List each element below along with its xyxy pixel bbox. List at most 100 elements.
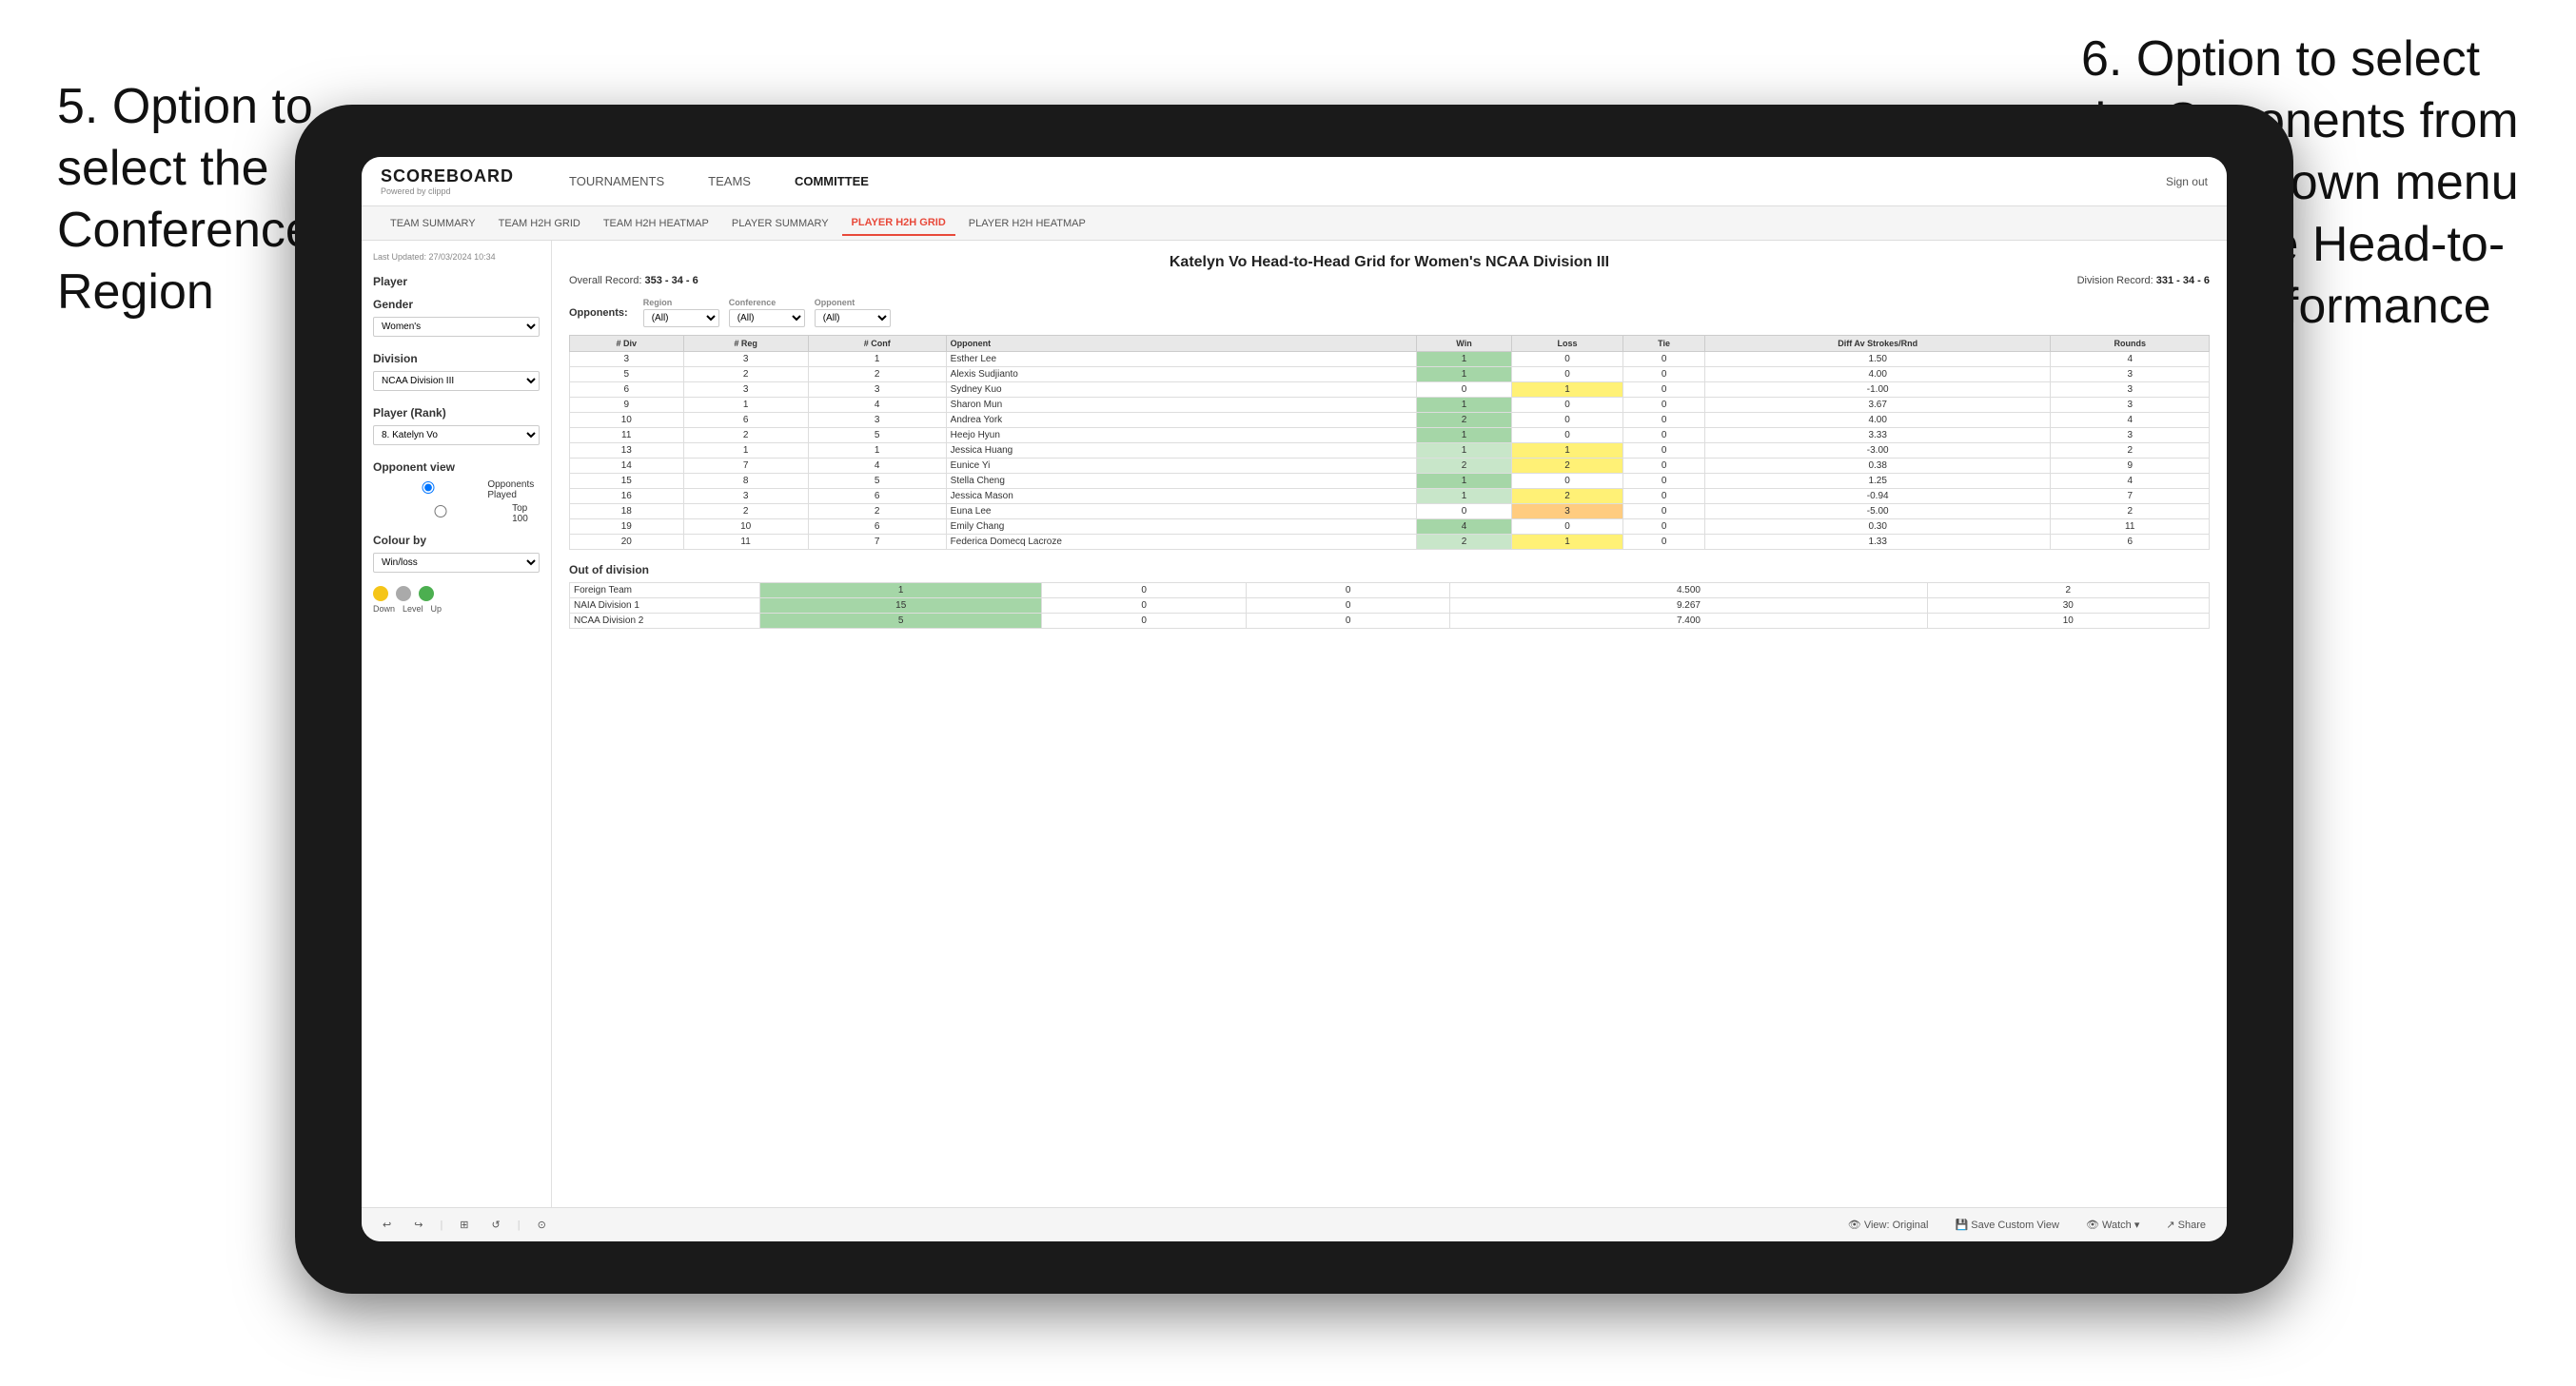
cell-loss: 0: [1511, 474, 1623, 489]
cell-opponent: Federica Domecq Lacroze: [946, 535, 1417, 550]
cell-reg: 1: [683, 443, 808, 459]
nav-tournaments[interactable]: TOURNAMENTS: [561, 170, 672, 192]
table-row: 9 1 4 Sharon Mun 1 0 0 3.67 3: [570, 398, 2210, 413]
cell-conf: 2: [808, 367, 946, 382]
ood-cell-tie: 0: [1246, 614, 1449, 629]
cell-diff: 0.30: [1704, 519, 2051, 535]
cell-loss: 1: [1511, 443, 1623, 459]
cell-win: 2: [1417, 413, 1512, 428]
ood-table-row: NCAA Division 2 5 0 0 7.400 10: [570, 614, 2210, 629]
ood-cell-loss: 0: [1042, 614, 1246, 629]
table-row: 18 2 2 Euna Lee 0 3 0 -5.00 2: [570, 504, 2210, 519]
cell-div: 15: [570, 474, 684, 489]
cell-tie: 0: [1623, 352, 1705, 367]
opponent-select[interactable]: (All): [815, 309, 891, 327]
table-row: 20 11 7 Federica Domecq Lacroze 2 1 0 1.…: [570, 535, 2210, 550]
toolbar-sep2: |: [518, 1220, 521, 1231]
cell-diff: 3.67: [1704, 398, 2051, 413]
opponent-view-group: Opponents Played Top 100: [373, 479, 540, 524]
sub-nav-team-h2h-heatmap[interactable]: TEAM H2H HEATMAP: [594, 212, 718, 235]
cell-tie: 0: [1623, 459, 1705, 474]
colour-by-select[interactable]: Win/loss: [373, 553, 540, 573]
sub-nav-player-summary[interactable]: PLAYER SUMMARY: [722, 212, 838, 235]
share-btn[interactable]: ↗ Share: [2160, 1217, 2212, 1233]
view-original-btn[interactable]: 👁 View: Original: [1842, 1217, 1935, 1233]
dot-yellow: [373, 586, 388, 601]
sub-nav-player-h2h-heatmap[interactable]: PLAYER H2H HEATMAP: [959, 212, 1095, 235]
player-rank-select[interactable]: 8. Katelyn Vo: [373, 425, 540, 445]
nav-teams[interactable]: TEAMS: [700, 170, 758, 192]
cell-loss: 1: [1511, 382, 1623, 398]
opponent-option-top100[interactable]: Top 100: [373, 503, 540, 524]
colour-by-label: Colour by: [373, 534, 540, 547]
cell-opponent: Emily Chang: [946, 519, 1417, 535]
sub-nav-team-summary[interactable]: TEAM SUMMARY: [381, 212, 485, 235]
table-row: 10 6 3 Andrea York 2 0 0 4.00 4: [570, 413, 2210, 428]
nav-committee[interactable]: COMMITTEE: [787, 170, 876, 192]
cell-opponent: Jessica Huang: [946, 443, 1417, 459]
cell-loss: 0: [1511, 367, 1623, 382]
ood-cell-rounds: 10: [1927, 614, 2209, 629]
ood-cell-win: 5: [760, 614, 1042, 629]
cell-rounds: 3: [2051, 398, 2210, 413]
cell-rounds: 2: [2051, 443, 2210, 459]
conference-select[interactable]: (All): [729, 309, 805, 327]
cell-div: 10: [570, 413, 684, 428]
cell-reg: 3: [683, 382, 808, 398]
clock-btn[interactable]: ⊙: [532, 1217, 552, 1233]
ood-table-row: Foreign Team 1 0 0 4.500 2: [570, 583, 2210, 598]
opponent-option-played[interactable]: Opponents Played: [373, 479, 540, 500]
cell-conf: 1: [808, 443, 946, 459]
cell-reg: 2: [683, 428, 808, 443]
share-icon: ↗: [2166, 1220, 2174, 1231]
cell-win: 0: [1417, 382, 1512, 398]
ood-table-row: NAIA Division 1 15 0 0 9.267 30: [570, 598, 2210, 614]
cell-win: 0: [1417, 504, 1512, 519]
cell-opponent: Eunice Yi: [946, 459, 1417, 474]
reset-btn[interactable]: ↺: [486, 1217, 506, 1233]
sign-out[interactable]: Sign out: [2166, 175, 2208, 188]
cell-tie: 0: [1623, 398, 1705, 413]
gender-select[interactable]: Women's: [373, 317, 540, 337]
colour-labels: Down Level Up: [373, 604, 540, 614]
cell-tie: 0: [1623, 474, 1705, 489]
save-custom-btn[interactable]: 💾 Save Custom View: [1949, 1217, 2065, 1233]
cell-conf: 7: [808, 535, 946, 550]
copy-btn[interactable]: ⊞: [454, 1217, 474, 1233]
ood-cell-name: Foreign Team: [570, 583, 760, 598]
watch-btn[interactable]: 👁 Watch ▾: [2080, 1217, 2145, 1233]
cell-win: 2: [1417, 459, 1512, 474]
th-opponent: Opponent: [946, 336, 1417, 352]
cell-loss: 2: [1511, 489, 1623, 504]
region-select[interactable]: (All): [643, 309, 719, 327]
last-updated: Last Updated: 27/03/2024 10:34: [373, 252, 540, 262]
top-nav: SCOREBOARD Powered by clippd TOURNAMENTS…: [362, 157, 2227, 206]
cell-tie: 0: [1623, 519, 1705, 535]
bottom-toolbar: ↩ ↪ | ⊞ ↺ | ⊙ 👁 View: Original 💾 Save Cu…: [362, 1207, 2227, 1241]
table-row: 14 7 4 Eunice Yi 2 2 0 0.38 9: [570, 459, 2210, 474]
cell-tie: 0: [1623, 489, 1705, 504]
undo-btn[interactable]: ↩: [377, 1217, 397, 1233]
cell-win: 1: [1417, 428, 1512, 443]
toolbar-right: 👁 View: Original 💾 Save Custom View 👁 Wa…: [1842, 1217, 2212, 1233]
cell-conf: 2: [808, 504, 946, 519]
ood-cell-diff: 9.267: [1450, 598, 1927, 614]
cell-tie: 0: [1623, 428, 1705, 443]
cell-conf: 6: [808, 489, 946, 504]
cell-loss: 2: [1511, 459, 1623, 474]
cell-diff: -1.00: [1704, 382, 2051, 398]
ood-cell-diff: 7.400: [1450, 614, 1927, 629]
table-row: 19 10 6 Emily Chang 4 0 0 0.30 11: [570, 519, 2210, 535]
sub-nav-team-h2h-grid[interactable]: TEAM H2H GRID: [489, 212, 590, 235]
th-tie: Tie: [1623, 336, 1705, 352]
cell-rounds: 4: [2051, 352, 2210, 367]
table-row: 6 3 3 Sydney Kuo 0 1 0 -1.00 3: [570, 382, 2210, 398]
cell-div: 14: [570, 459, 684, 474]
division-select[interactable]: NCAA Division III: [373, 371, 540, 391]
sub-nav-player-h2h-grid[interactable]: PLAYER H2H GRID: [842, 211, 955, 236]
opponent-view-label: Opponent view: [373, 460, 540, 474]
cell-win: 4: [1417, 519, 1512, 535]
save-icon: 💾: [1955, 1220, 1968, 1231]
ood-cell-rounds: 2: [1927, 583, 2209, 598]
redo-btn[interactable]: ↪: [408, 1217, 428, 1233]
